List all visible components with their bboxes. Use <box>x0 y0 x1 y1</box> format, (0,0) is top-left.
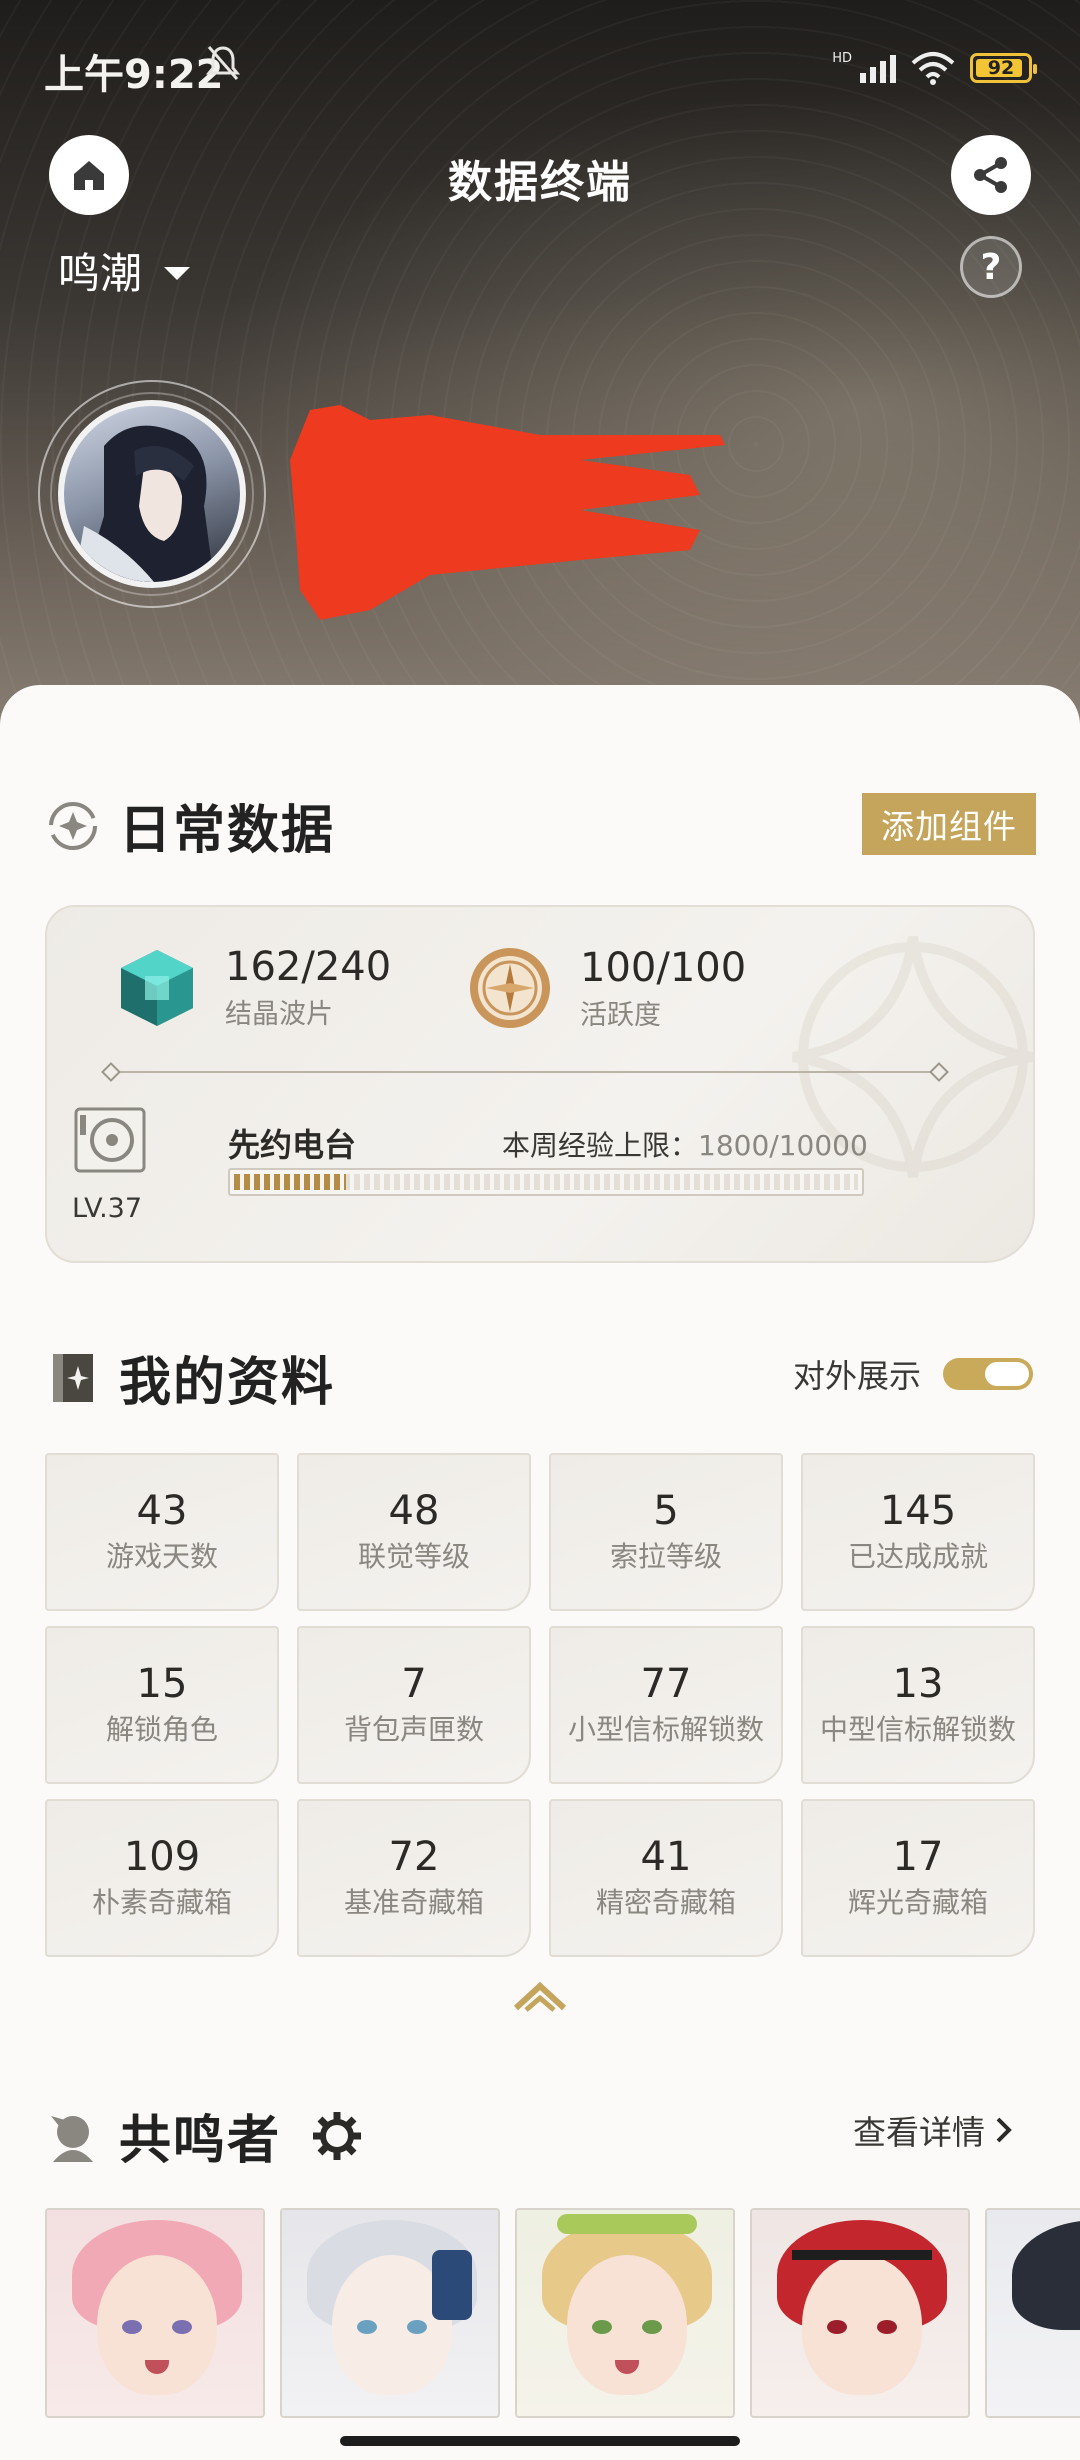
stat-label: 朴素奇藏箱 <box>91 1886 232 1919</box>
signal-icon <box>860 53 896 83</box>
profile-stats-grid: 43 游戏天数 48 联觉等级 5 索拉等级 145 已达成成就 15 解锁角色 7 背包声匣数 77 小… <box>45 1453 1035 1957</box>
exp-value: 1800/10000 <box>698 1129 868 1162</box>
network-label: HD <box>832 50 852 66</box>
redaction-mark <box>290 405 725 620</box>
stat-label: 游戏天数 <box>105 1540 218 1573</box>
stat-label: 辉光奇藏箱 <box>847 1886 988 1919</box>
activity-stat: 100/100 活跃度 <box>466 944 746 1032</box>
stat-label: 基准奇藏箱 <box>343 1886 484 1919</box>
exp-label: 本周经验上限： <box>502 1129 699 1162</box>
stat-label: 索拉等级 <box>609 1540 722 1573</box>
page-title: 数据终端 <box>448 157 632 208</box>
radio-level: LV.37 <box>72 1193 143 1224</box>
crystal-value: 162/240 <box>225 944 392 990</box>
crystal-stat: 162/240 结晶波片 <box>115 944 391 1031</box>
share-button[interactable] <box>951 135 1031 215</box>
stat-tile: 41 精密奇藏箱 <box>549 1799 783 1957</box>
view-details-label: 查看详情 <box>853 2113 985 2152</box>
stat-label: 小型信标解锁数 <box>567 1713 764 1746</box>
add-widget-button[interactable]: 添加组件 <box>862 793 1036 855</box>
chevron-right-icon <box>996 2117 1012 2143</box>
daily-data-icon <box>45 798 101 854</box>
caret-down-icon <box>164 267 191 280</box>
settings-gear-icon[interactable] <box>311 2110 363 2162</box>
resonator-icon <box>45 2108 101 2164</box>
stat-value: 15 <box>136 1661 188 1707</box>
daily-section-title: 日常数据 <box>119 801 336 861</box>
stat-value: 7 <box>401 1661 427 1707</box>
help-button[interactable]: ? <box>960 236 1022 298</box>
stat-label: 背包声匣数 <box>343 1713 484 1746</box>
stat-label: 联觉等级 <box>357 1540 470 1573</box>
stat-value: 77 <box>640 1661 692 1707</box>
stat-tile: 7 背包声匣数 <box>297 1626 531 1784</box>
game-name: 鸣潮 <box>58 249 143 298</box>
stat-label: 中型信标解锁数 <box>819 1713 1016 1746</box>
resonator-carousel[interactable] <box>45 2208 1080 2420</box>
stat-value: 5 <box>653 1488 679 1534</box>
stat-tile: 17 辉光奇藏箱 <box>801 1799 1035 1957</box>
stat-tile: 13 中型信标解锁数 <box>801 1626 1035 1784</box>
daily-section-header: 日常数据 <box>45 788 335 863</box>
stat-tile: 72 基准奇藏箱 <box>297 1799 531 1957</box>
stat-value: 17 <box>892 1834 944 1880</box>
view-details-link[interactable]: 查看详情 <box>853 2106 1013 2154</box>
resonator-card[interactable] <box>280 2208 500 2418</box>
resonators-section-header: 共鸣者 <box>45 2098 363 2173</box>
stat-value: 145 <box>879 1488 957 1534</box>
crystal-icon <box>121 949 193 1026</box>
profile-section-header: 我的资料 <box>45 1340 335 1415</box>
stat-tile: 15 解锁角色 <box>45 1626 279 1784</box>
stat-value: 13 <box>892 1661 944 1707</box>
public-display-toggle-row: 对外展示 <box>793 1351 1034 1397</box>
resonators-section-title: 共鸣者 <box>119 2111 282 2171</box>
home-indicator[interactable] <box>340 2436 740 2446</box>
activity-label: 活跃度 <box>580 999 661 1031</box>
resonator-card[interactable] <box>750 2208 970 2418</box>
exp-info: 本周经验上限：1800/10000 <box>502 1124 868 1164</box>
share-icon <box>974 157 1007 193</box>
stat-tile: 48 联觉等级 <box>297 1453 531 1611</box>
compass-icon <box>470 948 550 1028</box>
stat-label: 精密奇藏箱 <box>595 1886 736 1919</box>
game-selector[interactable]: 鸣潮 <box>58 240 191 301</box>
stat-value: 72 <box>388 1834 440 1880</box>
stat-value: 48 <box>388 1488 440 1534</box>
stat-value: 43 <box>136 1488 188 1534</box>
stat-value: 41 <box>640 1834 692 1880</box>
stat-tile: 5 索拉等级 <box>549 1453 783 1611</box>
resonator-card[interactable] <box>45 2208 265 2418</box>
profile-section-title: 我的资料 <box>119 1353 336 1413</box>
collapse-chevron-icon[interactable] <box>512 1978 568 2012</box>
battery-icon: 92 <box>970 53 1037 83</box>
stat-tile: 145 已达成成就 <box>801 1453 1035 1611</box>
exp-progress-bar <box>228 1168 864 1196</box>
stat-label: 已达成成就 <box>847 1540 988 1573</box>
radio-icon <box>74 1107 146 1173</box>
stat-label: 解锁角色 <box>105 1713 218 1746</box>
public-display-toggle[interactable] <box>943 1358 1034 1390</box>
card-divider <box>110 1071 940 1073</box>
stat-value: 109 <box>123 1834 201 1880</box>
profile-book-icon <box>45 1350 101 1406</box>
activity-value: 100/100 <box>580 944 747 991</box>
stat-tile: 43 游戏天数 <box>45 1453 279 1611</box>
status-time: 上午9:22 <box>44 52 224 98</box>
crystal-label: 结晶波片 <box>225 999 333 1030</box>
stat-tile: 77 小型信标解锁数 <box>549 1626 783 1784</box>
resonator-card[interactable] <box>515 2208 735 2418</box>
stat-tile: 109 朴素奇藏箱 <box>45 1799 279 1957</box>
avatar[interactable] <box>58 400 246 588</box>
battery-level: 92 <box>987 57 1015 79</box>
radio-title: 先约电台 <box>228 1126 357 1164</box>
public-display-label: 对外展示 <box>793 1357 922 1395</box>
status-bar: 上午9:22 HD 92 <box>0 0 1080 130</box>
wifi-icon <box>911 52 955 85</box>
exp-progress-fill <box>234 1174 347 1190</box>
mute-bell-icon <box>206 46 240 80</box>
resonator-card[interactable] <box>985 2208 1080 2418</box>
